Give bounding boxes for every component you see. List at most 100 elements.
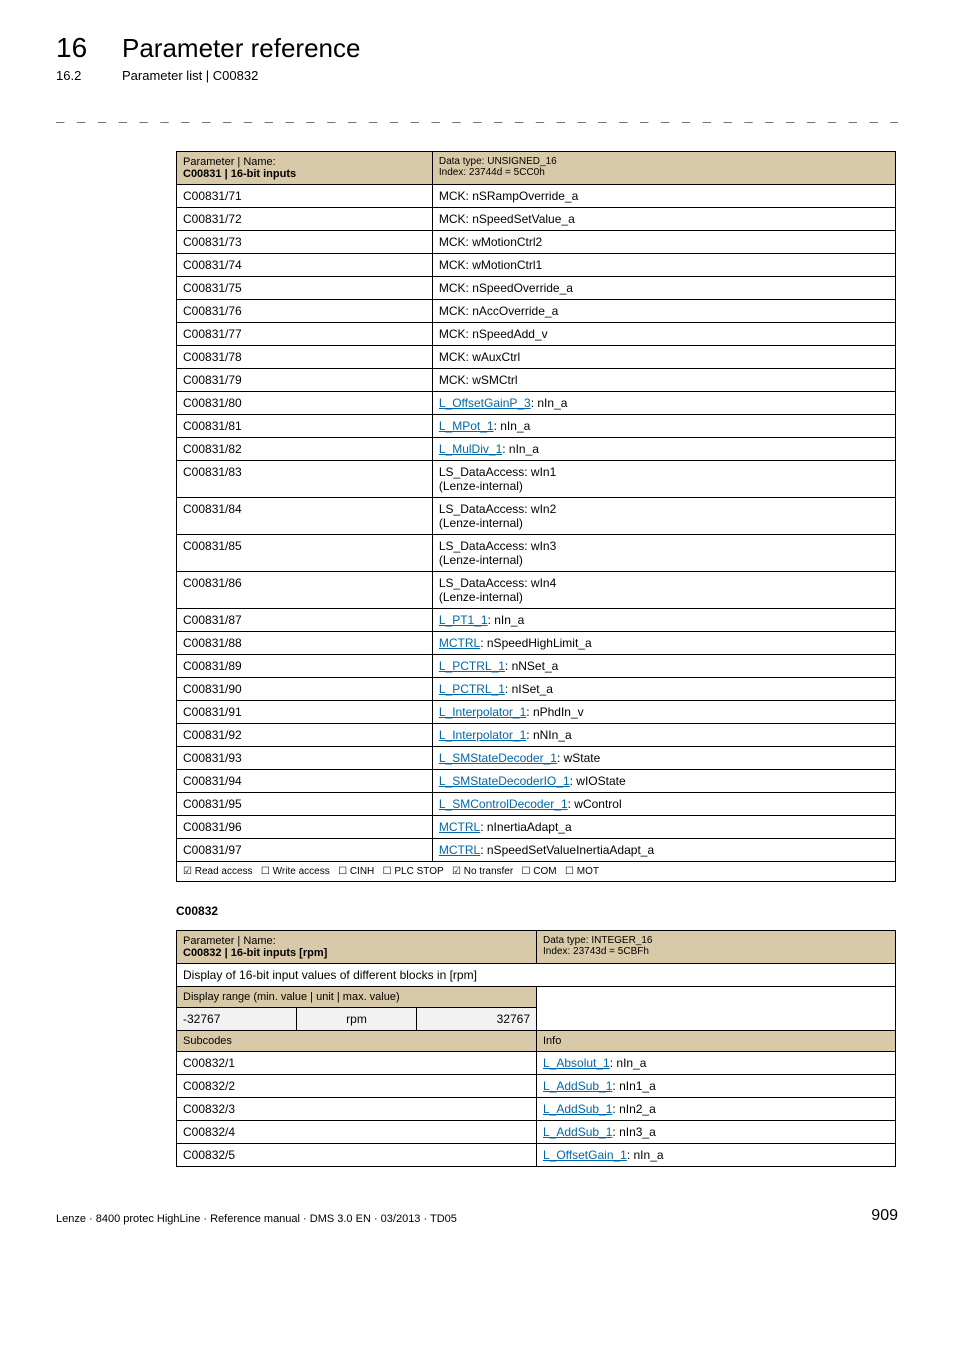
- page-number: 909: [871, 1207, 898, 1225]
- table-row-code: C00831/71: [177, 185, 433, 208]
- table-row-value: MCK: nAccOverride_a: [432, 300, 895, 323]
- parameter-link[interactable]: L_SMStateDecoderIO_1: [439, 774, 570, 788]
- table-row-value: MCK: nSpeedSetValue_a: [432, 208, 895, 231]
- parameter-link[interactable]: L_PCTRL_1: [439, 682, 505, 696]
- parameter-link[interactable]: L_SMControlDecoder_1: [439, 797, 568, 811]
- table2-hdr-right-line1: Data type: INTEGER_16: [543, 935, 653, 946]
- table-row-code: C00832/1: [177, 1052, 537, 1075]
- table-row-value: LS_DataAccess: wIn3(Lenze-internal): [432, 535, 895, 572]
- table-row-code: C00831/79: [177, 369, 433, 392]
- table-row-value: LS_DataAccess: wIn1(Lenze-internal): [432, 461, 895, 498]
- table-row-value: MCK: wMotionCtrl2: [432, 231, 895, 254]
- table2-hdr-right-line2: Index: 23743d = 5CBFh: [543, 946, 649, 957]
- table-row-code: C00831/95: [177, 793, 433, 816]
- parameter-link[interactable]: L_PCTRL_1: [439, 659, 505, 673]
- table1-hdr-left-line2: C00831 | 16-bit inputs: [183, 168, 296, 180]
- table-row-code: C00831/87: [177, 609, 433, 632]
- parameter-link[interactable]: MCTRL: [439, 820, 480, 834]
- table1-hdr-right-line2: Index: 23744d = 5CC0h: [439, 167, 545, 178]
- table-row-value: L_Absolut_1: nIn_a: [537, 1052, 896, 1075]
- info-header: Info: [537, 1031, 896, 1052]
- table-row-value: MCK: nSpeedOverride_a: [432, 277, 895, 300]
- parameter-link[interactable]: L_MPot_1: [439, 419, 494, 433]
- table-row-value: L_SMStateDecoderIO_1: wIOState: [432, 770, 895, 793]
- chapter-number: 16: [56, 32, 94, 64]
- table-row-value: L_PCTRL_1: nNSet_a: [432, 655, 895, 678]
- table-row-value: L_MulDiv_1: nIn_a: [432, 438, 895, 461]
- parameter-link[interactable]: L_AddSub_1: [543, 1079, 612, 1093]
- table-row-value: L_AddSub_1: nIn1_a: [537, 1075, 896, 1098]
- table-row-code: C00831/86: [177, 572, 433, 609]
- separator-dashes: _ _ _ _ _ _ _ _ _ _ _ _ _ _ _ _ _ _ _ _ …: [56, 107, 898, 123]
- plcstop-check: ☐: [383, 866, 392, 877]
- table-row-code: C00831/77: [177, 323, 433, 346]
- table2-hdr-left-line2: C00832 | 16-bit inputs [rpm]: [183, 947, 327, 959]
- table-row-code: C00831/93: [177, 747, 433, 770]
- display-range-blank: [537, 987, 896, 1031]
- table2-hdr-left-line1: Parameter | Name:: [183, 935, 276, 947]
- table2-description: Display of 16-bit input values of differ…: [177, 964, 896, 987]
- table-row-value: MCTRL: nSpeedHighLimit_a: [432, 632, 895, 655]
- range-max: 32767: [417, 1008, 537, 1031]
- parameter-link[interactable]: L_PT1_1: [439, 613, 488, 627]
- table-row-value: L_MPot_1: nIn_a: [432, 415, 895, 438]
- parameter-link[interactable]: L_MulDiv_1: [439, 442, 502, 456]
- table-row-code: C00831/76: [177, 300, 433, 323]
- table-row-code: C00831/84: [177, 498, 433, 535]
- parameter-link[interactable]: L_AddSub_1: [543, 1125, 612, 1139]
- parameter-link[interactable]: MCTRL: [439, 636, 480, 650]
- section-title: Parameter list | C00832: [122, 68, 258, 83]
- table-row-value: L_AddSub_1: nIn2_a: [537, 1098, 896, 1121]
- table-row-value: L_PCTRL_1: nISet_a: [432, 678, 895, 701]
- table-row-code: C00831/96: [177, 816, 433, 839]
- notransfer-check: ☑: [452, 866, 461, 877]
- table1-header-left: Parameter | Name: C00831 | 16-bit inputs: [177, 152, 433, 185]
- table-row-value: LS_DataAccess: wIn2(Lenze-internal): [432, 498, 895, 535]
- table1-header-right: Data type: UNSIGNED_16 Index: 23744d = 5…: [432, 152, 895, 185]
- subcodes-header: Subcodes: [177, 1031, 537, 1052]
- parameter-link[interactable]: L_Interpolator_1: [439, 728, 526, 742]
- table-row-value: L_SMControlDecoder_1: wControl: [432, 793, 895, 816]
- read-access-check: ☑: [183, 866, 192, 877]
- table-row-code: C00832/2: [177, 1075, 537, 1098]
- table-row-value: L_Interpolator_1: nPhdIn_v: [432, 701, 895, 724]
- table1-hdr-right-line1: Data type: UNSIGNED_16: [439, 156, 557, 167]
- table-row-value: L_OffsetGain_1: nIn_a: [537, 1144, 896, 1167]
- cinh-check: ☐: [338, 866, 347, 877]
- table-row-code: C00831/72: [177, 208, 433, 231]
- table-row-code: C00831/83: [177, 461, 433, 498]
- parameter-link[interactable]: L_OffsetGain_1: [543, 1148, 627, 1162]
- table-row-code: C00831/90: [177, 678, 433, 701]
- table-row-value: LS_DataAccess: wIn4(Lenze-internal): [432, 572, 895, 609]
- chapter-title: Parameter reference: [122, 33, 360, 64]
- table-row-value: MCK: wMotionCtrl1: [432, 254, 895, 277]
- table-row-code: C00831/94: [177, 770, 433, 793]
- table-row-code: C00831/85: [177, 535, 433, 572]
- table-row-code: C00831/88: [177, 632, 433, 655]
- table-row-value: MCK: wAuxCtrl: [432, 346, 895, 369]
- table-row-value: MCTRL: nInertiaAdapt_a: [432, 816, 895, 839]
- table-row-code: C00832/5: [177, 1144, 537, 1167]
- table-row-code: C00831/80: [177, 392, 433, 415]
- table-row-code: C00831/91: [177, 701, 433, 724]
- parameter-link[interactable]: L_OffsetGainP_3: [439, 396, 531, 410]
- parameter-table-c00832: Parameter | Name: C00832 | 16-bit inputs…: [176, 930, 896, 1167]
- table-row-code: C00831/97: [177, 839, 433, 862]
- table-row-code: C00831/75: [177, 277, 433, 300]
- table-row-value: MCK: wSMCtrl: [432, 369, 895, 392]
- table-row-value: L_OffsetGainP_3: nIn_a: [432, 392, 895, 415]
- parameter-link[interactable]: L_Interpolator_1: [439, 705, 526, 719]
- table-row-code: C00832/3: [177, 1098, 537, 1121]
- display-range-label: Display range (min. value | unit | max. …: [177, 987, 537, 1008]
- table-row-value: L_PT1_1: nIn_a: [432, 609, 895, 632]
- parameter-link[interactable]: L_AddSub_1: [543, 1102, 612, 1116]
- section-label-c00832: C00832: [176, 904, 898, 918]
- range-unit: rpm: [297, 1008, 417, 1031]
- parameter-link[interactable]: L_SMStateDecoder_1: [439, 751, 557, 765]
- com-check: ☐: [522, 866, 531, 877]
- table-row-value: MCTRL: nSpeedSetValueInertiaAdapt_a: [432, 839, 895, 862]
- table2-header-left: Parameter | Name: C00832 | 16-bit inputs…: [177, 931, 537, 964]
- parameter-link[interactable]: MCTRL: [439, 843, 480, 857]
- parameter-link[interactable]: L_Absolut_1: [543, 1056, 610, 1070]
- parameter-table-c00831: Parameter | Name: C00831 | 16-bit inputs…: [176, 151, 896, 882]
